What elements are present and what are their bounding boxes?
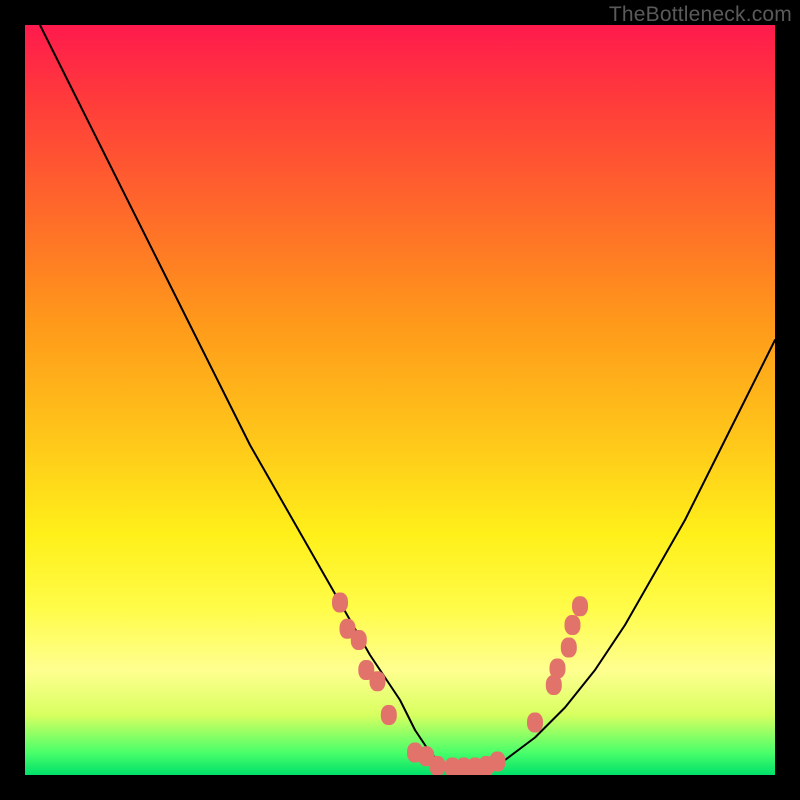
watermark-text: TheBottleneck.com bbox=[609, 3, 792, 27]
highlight-marker bbox=[490, 752, 506, 772]
highlight-marker bbox=[561, 638, 577, 658]
highlight-marker bbox=[550, 659, 566, 679]
chart-plot-area bbox=[25, 25, 775, 775]
bottleneck-curve bbox=[40, 25, 775, 768]
highlight-marker bbox=[381, 705, 397, 725]
highlight-marker bbox=[332, 593, 348, 613]
highlight-marker bbox=[572, 596, 588, 616]
bottleneck-chart bbox=[25, 25, 775, 775]
highlight-marker bbox=[565, 615, 581, 635]
highlight-marker bbox=[430, 756, 446, 775]
highlight-marker bbox=[370, 671, 386, 691]
highlight-marker bbox=[527, 713, 543, 733]
highlight-marker bbox=[351, 630, 367, 650]
